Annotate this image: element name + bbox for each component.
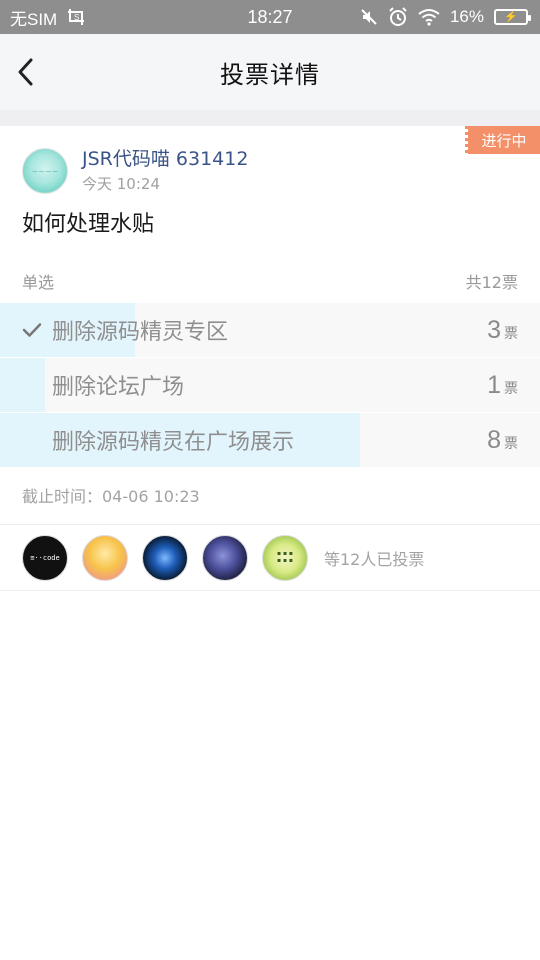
status-bar: 无SIM S 18:27 16% ⚡ — [0, 0, 540, 34]
option-label: 删除源码精灵专区 — [52, 320, 229, 345]
option-count-number: 3 — [487, 315, 501, 344]
voter-avatar[interactable] — [82, 534, 128, 581]
option-count: 1 票 — [487, 358, 518, 412]
vote-question: 如何处理水贴 — [22, 212, 155, 237]
author-avatar[interactable]: ~~~~ — [22, 148, 68, 194]
vote-type-label: 单选 — [22, 273, 55, 292]
divider — [0, 590, 540, 591]
voter-avatar[interactable] — [142, 534, 188, 581]
section-gap — [0, 110, 540, 126]
option-count-unit: 票 — [504, 436, 518, 452]
vote-options: 删除源码精灵专区 3 票 删除论坛广场 1 票 删除源码精灵在广场展示 8 票 — [0, 303, 540, 468]
back-button[interactable] — [6, 48, 46, 96]
option-count-unit: 票 — [504, 326, 518, 342]
deadline-text: 截止时间：04-06 10:23 — [22, 487, 200, 506]
battery-icon: ⚡ — [494, 9, 531, 25]
page-title: 投票详情 — [220, 60, 320, 89]
option-count-number: 1 — [487, 370, 501, 399]
voter-avatar[interactable]: ≡··code — [22, 534, 68, 581]
vote-option[interactable]: 删除源码精灵专区 3 票 — [0, 303, 540, 357]
option-label: 删除论坛广场 — [52, 375, 185, 400]
mute-icon — [360, 8, 378, 26]
voters-summary: 等12人已投票 — [324, 549, 425, 569]
post-time: 今天 10:24 — [82, 175, 160, 193]
carrier-label: 无SIM — [10, 9, 58, 29]
check-icon — [20, 318, 44, 342]
vote-total-label: 共12票 — [465, 273, 518, 292]
vote-option[interactable]: 删除论坛广场 1 票 — [0, 358, 540, 412]
status-badge: 进行中 — [465, 126, 540, 154]
battery-percent: 16% — [449, 7, 484, 26]
svg-text:S: S — [74, 13, 79, 22]
option-count-number: 8 — [487, 425, 501, 454]
voter-avatar[interactable] — [202, 534, 248, 581]
voter-avatar[interactable]: ▪ ▪ ▪ ▪ ▪ ▪ — [262, 534, 308, 581]
option-count: 8 票 — [487, 413, 518, 467]
vote-option[interactable]: 删除源码精灵在广场展示 8 票 — [0, 413, 540, 467]
author-name[interactable]: JSR代码喵 631412 — [82, 144, 248, 171]
option-label: 删除源码精灵在广场展示 — [52, 430, 295, 455]
option-progress-fill — [0, 358, 45, 412]
wifi-icon — [418, 8, 440, 26]
option-count-unit: 票 — [504, 381, 518, 397]
option-count: 3 票 — [487, 303, 518, 357]
screenshot-icon: S — [67, 8, 87, 26]
vote-card: 进行中 ~~~~ JSR代码喵 631412 今天 10:24 如何处理水贴 单… — [0, 126, 540, 526]
alarm-icon — [388, 7, 408, 27]
voters-row[interactable]: ≡··code ▪ ▪ ▪ ▪ ▪ ▪ 等12人已投票 — [0, 525, 540, 590]
chevron-left-icon — [18, 58, 33, 86]
top-bar: 投票详情 — [0, 34, 540, 110]
